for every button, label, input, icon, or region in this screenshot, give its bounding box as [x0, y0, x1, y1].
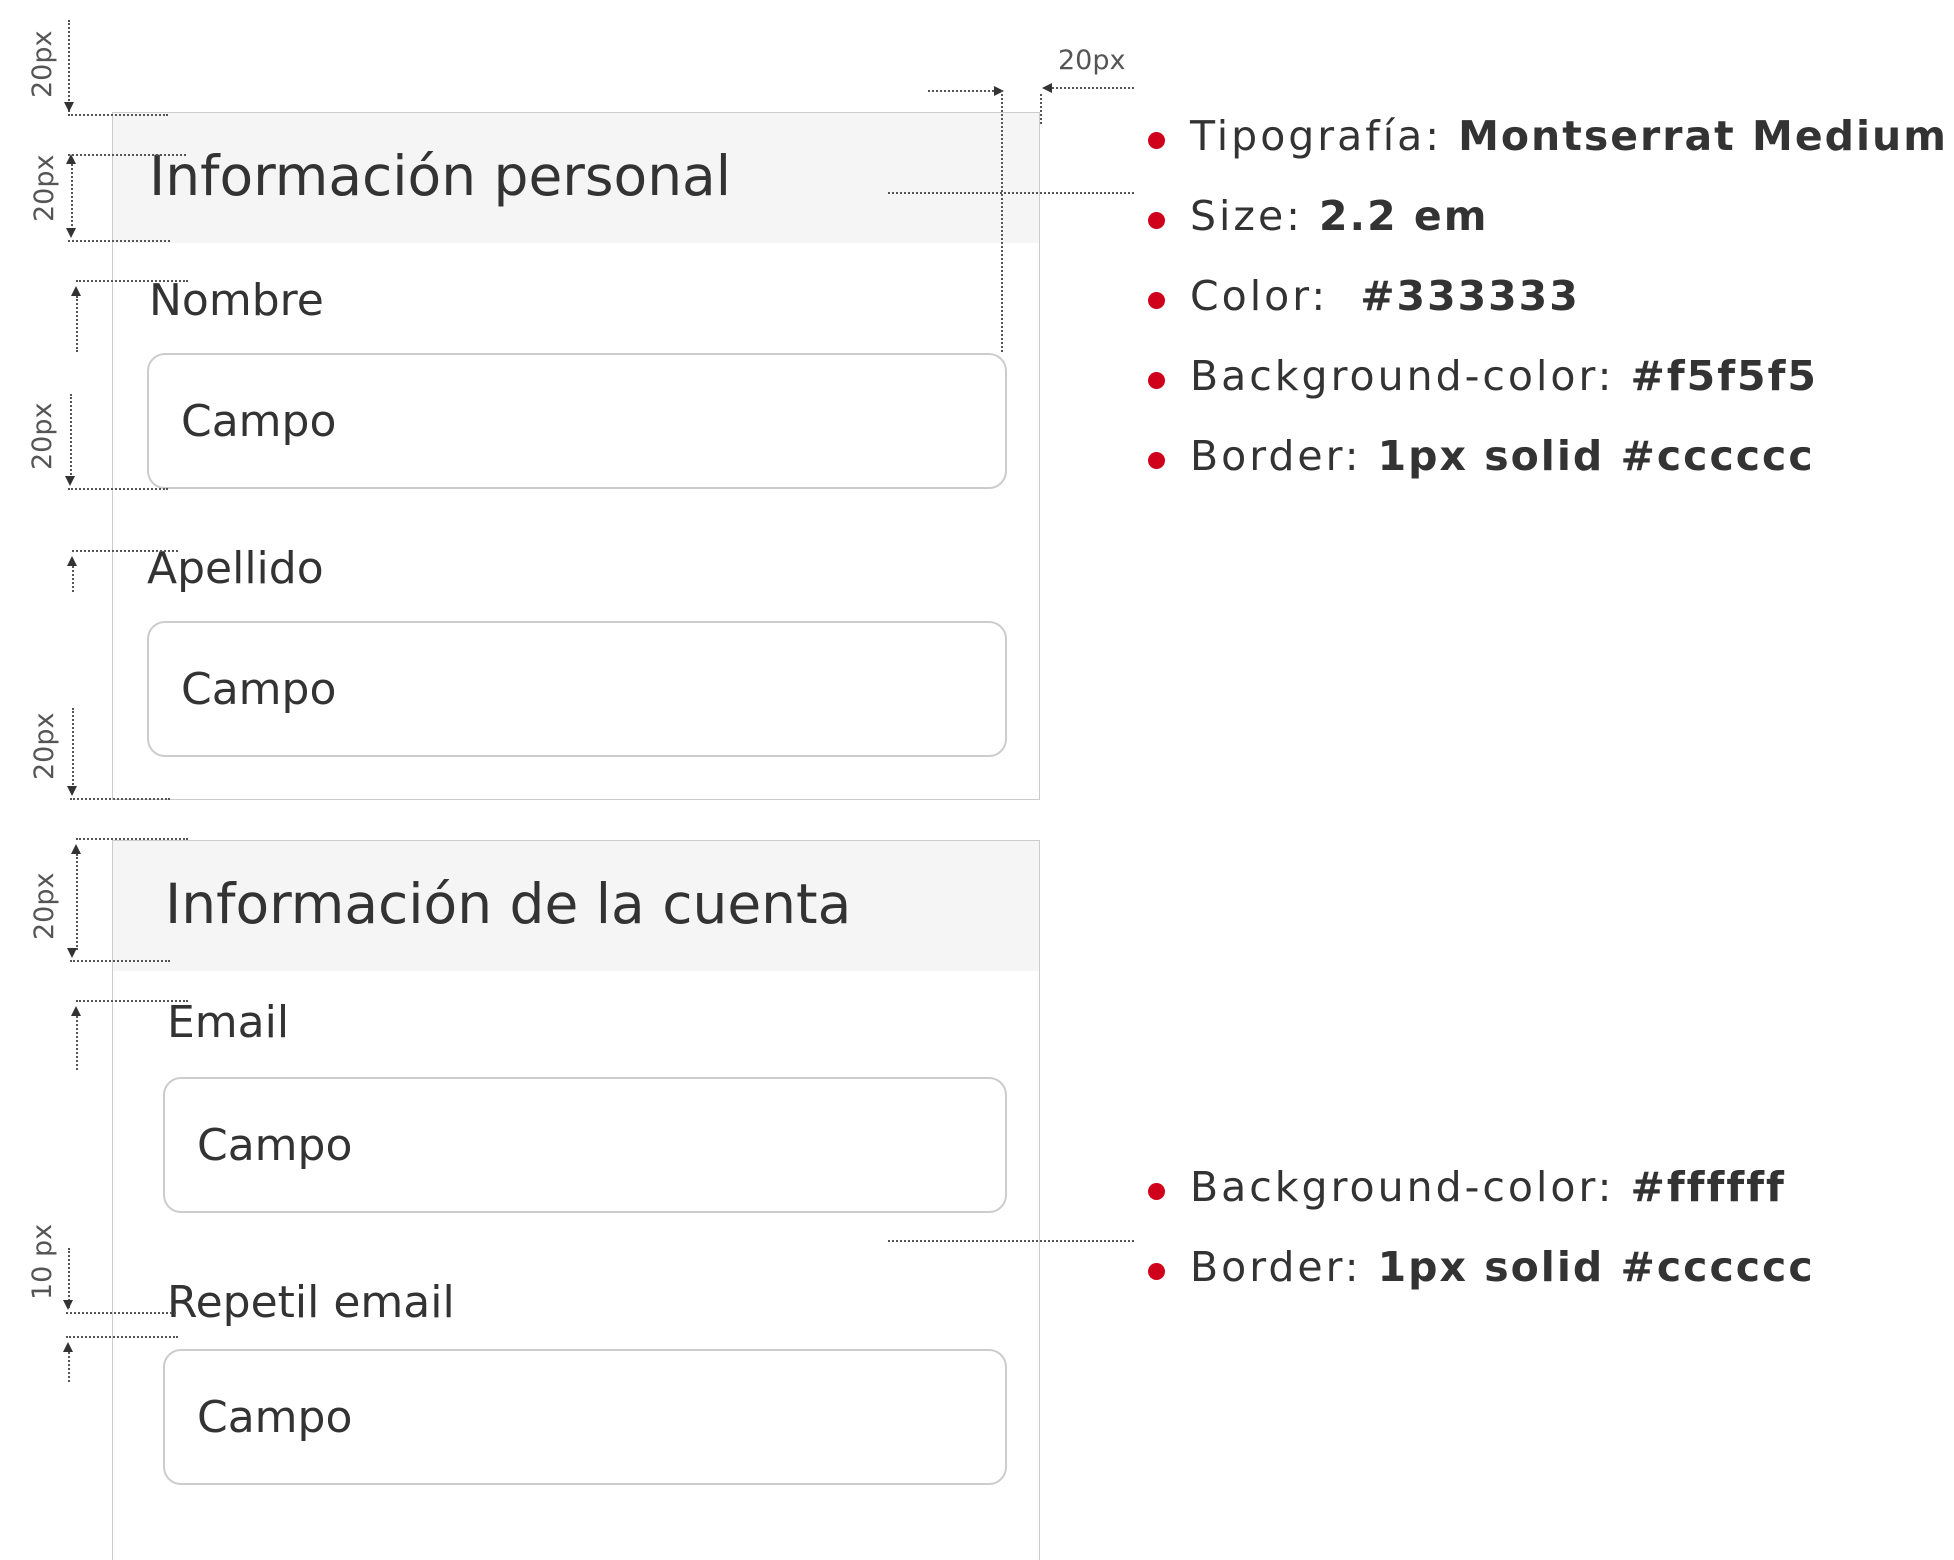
email-input[interactable] — [163, 1077, 1007, 1213]
arrow-down-icon — [64, 102, 74, 112]
spec-value: #ffffff — [1630, 1163, 1786, 1211]
annotation-leader — [888, 1240, 1134, 1242]
spec-value: 1px solid #cccccc — [1377, 1243, 1815, 1291]
guide-line — [72, 566, 74, 592]
bullet-icon — [1148, 452, 1165, 469]
spec-item: Border: 1px solid #cccccc — [1148, 1234, 1815, 1314]
guide-line — [71, 164, 73, 230]
measure-label: 20px — [29, 154, 60, 222]
guide-line — [68, 114, 168, 116]
arrow-down-icon — [63, 1300, 73, 1310]
spec-value: Montserrat Medium — [1458, 112, 1948, 160]
arrow-up-icon — [71, 1006, 81, 1016]
panel-header: Información de la cuenta — [113, 841, 1039, 971]
nombre-input[interactable] — [147, 353, 1007, 489]
guide-line — [66, 1312, 176, 1314]
guide-line — [76, 296, 78, 352]
guide-line — [68, 154, 186, 156]
guide-line — [66, 1336, 178, 1338]
guide-line — [68, 20, 70, 112]
bullet-icon — [1148, 372, 1165, 389]
guide-line — [72, 708, 74, 792]
field-spec-list: Background-color: #ffffff Border: 1px so… — [1148, 1154, 1815, 1314]
spec-key: Border: — [1190, 432, 1378, 480]
spec-value: 1px solid #cccccc — [1377, 432, 1815, 480]
spec-key: Tipografía: — [1190, 112, 1459, 160]
bullet-icon — [1148, 292, 1165, 309]
panel-header: Información personal — [113, 113, 1039, 243]
arrow-down-icon — [67, 948, 77, 958]
spec-item: Color: #333333 — [1148, 263, 1948, 343]
guide-line — [76, 854, 78, 950]
bullet-icon — [1148, 1183, 1165, 1200]
arrow-down-icon — [65, 476, 75, 486]
repeat-email-input[interactable] — [163, 1349, 1007, 1485]
measure-label: 20px — [1058, 45, 1126, 76]
guide-line — [72, 550, 178, 552]
bullet-icon — [1148, 1263, 1165, 1280]
spec-value: 2.2 em — [1319, 192, 1489, 240]
spec-key: Border: — [1190, 1243, 1378, 1291]
guide-line — [1040, 94, 1042, 124]
header-spec-list: Tipografía: Montserrat Medium Size: 2.2 … — [1148, 103, 1948, 503]
spec-key: Color: — [1190, 272, 1361, 320]
guide-line — [68, 488, 168, 490]
arrow-down-icon — [67, 786, 77, 796]
arrow-down-icon — [66, 228, 76, 238]
spec-value: #333333 — [1360, 272, 1580, 320]
guide-line — [70, 960, 170, 962]
guide-line — [68, 240, 170, 242]
guide-line — [76, 280, 188, 282]
email-label: Email — [167, 997, 290, 1048]
spec-key: Background-color: — [1190, 1163, 1631, 1211]
panel-title: Información de la cuenta — [165, 872, 852, 936]
arrow-up-icon — [71, 286, 81, 296]
annotation-leader — [888, 192, 1134, 194]
measure-label: 20px — [27, 30, 58, 98]
bullet-icon — [1148, 132, 1165, 149]
spec-item: Background-color: #f5f5f5 — [1148, 343, 1948, 423]
guide-line — [70, 798, 170, 800]
repeat-email-label: Repetil email — [167, 1277, 455, 1328]
measure-label: 20px — [29, 712, 60, 780]
spec-item: Size: 2.2 em — [1148, 183, 1948, 263]
measure-label: 20px — [27, 402, 58, 470]
spec-item: Background-color: #ffffff — [1148, 1154, 1815, 1234]
spec-item: Border: 1px solid #cccccc — [1148, 423, 1948, 503]
guide-line — [68, 1248, 70, 1308]
guide-line — [76, 1016, 78, 1070]
arrow-up-icon — [63, 1342, 73, 1352]
arrow-left-icon — [1042, 83, 1052, 93]
spec-item: Tipografía: Montserrat Medium — [1148, 103, 1948, 183]
spec-value: #f5f5f5 — [1630, 352, 1818, 400]
guide-line — [1001, 90, 1003, 352]
guide-line — [68, 1352, 70, 1382]
bullet-icon — [1148, 212, 1165, 229]
guide-line — [76, 1000, 188, 1002]
guide-line — [70, 394, 72, 478]
guide-line — [928, 90, 998, 92]
panel-title: Información personal — [149, 144, 732, 208]
personal-info-panel: Información personal Nombre Apellido — [112, 112, 1040, 800]
arrow-up-icon — [71, 844, 81, 854]
arrow-up-icon — [66, 154, 76, 164]
spec-key: Background-color: — [1190, 352, 1631, 400]
arrow-up-icon — [67, 556, 77, 566]
guide-line — [76, 838, 188, 840]
guide-line — [1052, 87, 1134, 89]
measure-label: 10 px — [27, 1223, 58, 1300]
apellido-input[interactable] — [147, 621, 1007, 757]
measure-label: 20px — [29, 872, 60, 940]
account-info-panel: Información de la cuenta Email Repetil e… — [112, 840, 1040, 1560]
spec-key: Size: — [1190, 192, 1320, 240]
